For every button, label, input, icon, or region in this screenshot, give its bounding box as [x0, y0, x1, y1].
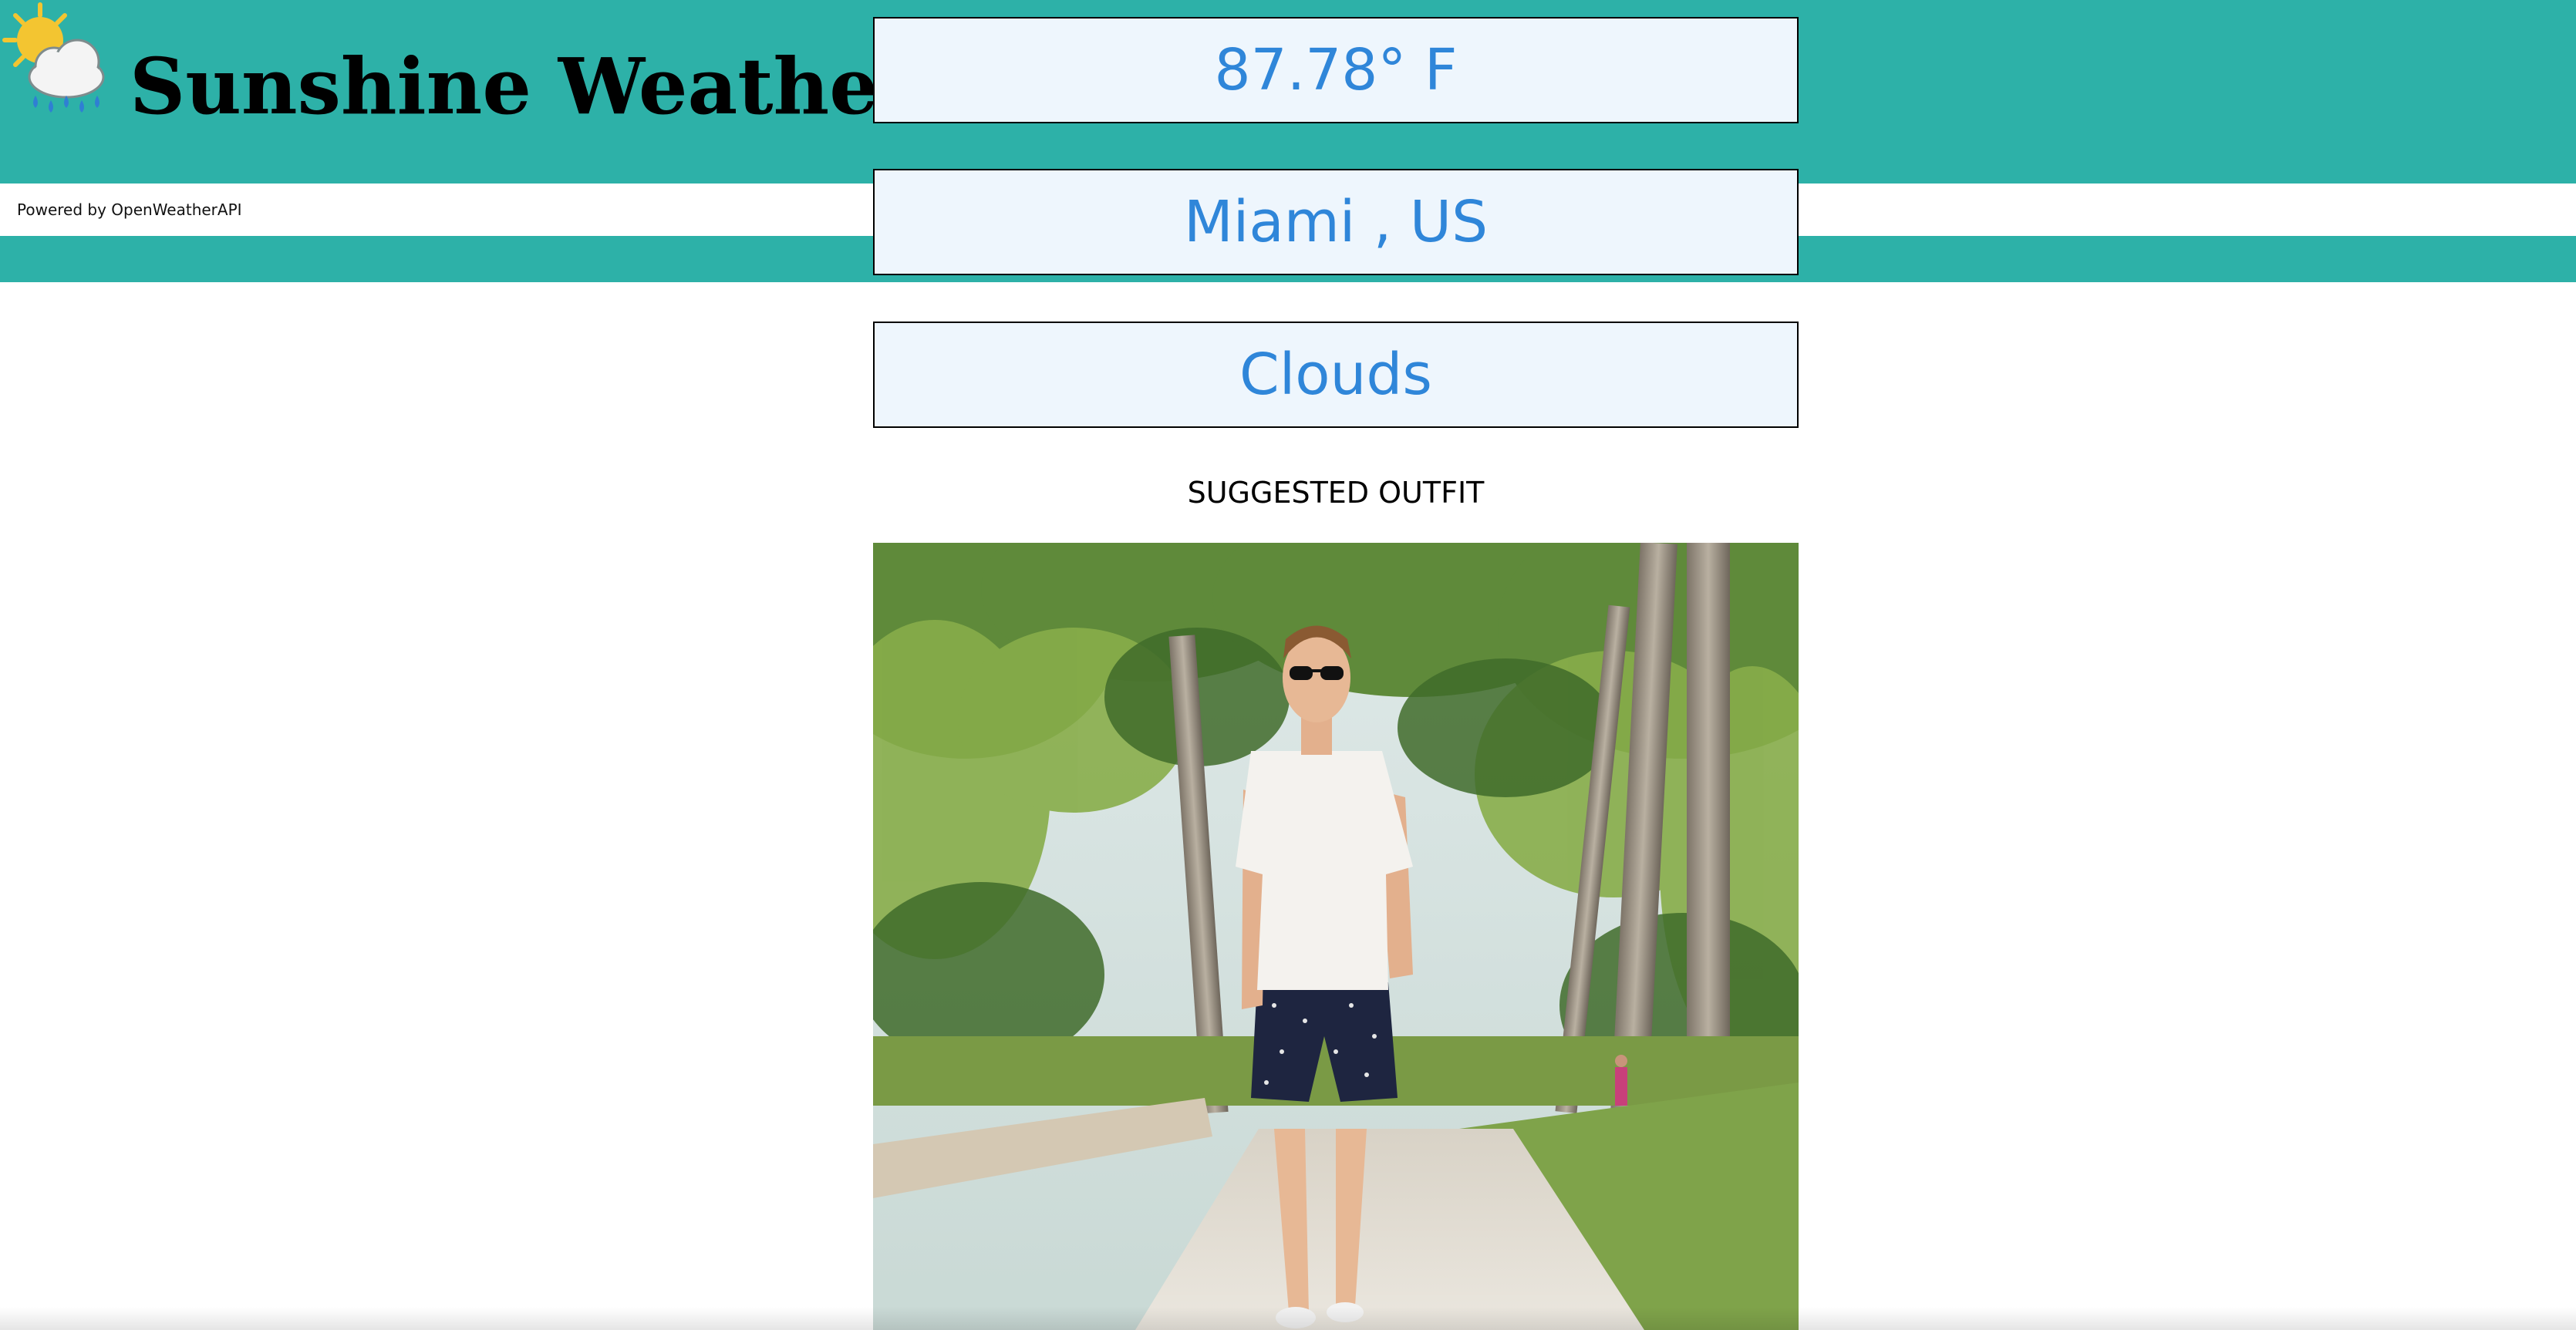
temperature-box: 87.78° F: [873, 17, 1799, 123]
bottom-edge-shadow: [0, 1307, 2576, 1330]
weather-page: Sunshine Weather Powered by OpenWeatherA…: [0, 0, 2576, 1330]
sun-cloud-rain-icon: [0, 0, 116, 123]
outfit-photo: [873, 543, 1799, 1330]
brand-title: Sunshine Weather: [130, 41, 919, 132]
attribution-text: Powered by OpenWeatherAPI: [17, 200, 242, 219]
outfit-heading: SUGGESTED OUTFIT: [1187, 476, 1485, 510]
location-box: Miami , US: [873, 169, 1799, 275]
condition-box: Clouds: [873, 322, 1799, 428]
